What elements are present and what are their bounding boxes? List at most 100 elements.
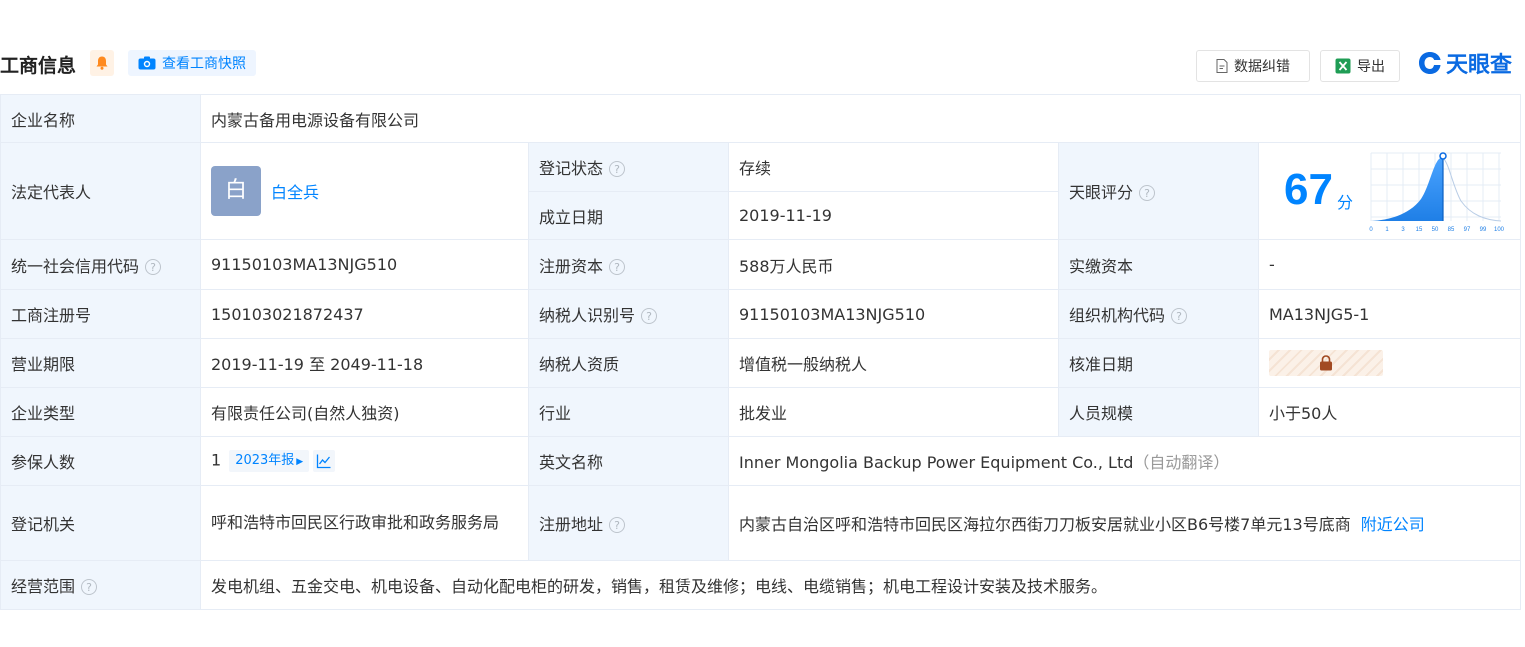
excel-icon bbox=[1335, 58, 1351, 74]
reg-address-cell: 内蒙古自治区呼和浩特市回民区海拉尔西街刀刀板安居就业小区B6号楼7单元13号底商… bbox=[727, 485, 1522, 561]
taxpayer-type-value: 增值税一般纳税人 bbox=[728, 338, 1059, 388]
help-icon[interactable]: ? bbox=[1139, 185, 1156, 201]
company-name-label: 企业名称 bbox=[0, 94, 201, 143]
axis-tick: 3 bbox=[1401, 227, 1405, 233]
est-date-label: 成立日期 bbox=[528, 191, 729, 240]
credit-code-label-cell: 统一社会信用代码? bbox=[0, 239, 201, 290]
reg-authority-label: 登记机关 bbox=[0, 485, 201, 561]
brand-logo-icon bbox=[1419, 52, 1441, 74]
reg-address-label: 注册地址 bbox=[539, 515, 604, 534]
insured-cell: 1 2023年报 ▶ bbox=[200, 436, 529, 486]
reg-status-label: 登记状态 bbox=[539, 159, 604, 178]
approve-date-label: 核准日期 bbox=[1058, 338, 1259, 388]
tianyancha-logo: 天眼查 bbox=[1418, 48, 1512, 78]
table-row: 统一社会信用代码? 91150103MA13NJG510 注册资本? 588万人… bbox=[0, 239, 1522, 290]
score-label: 天眼评分 bbox=[1069, 183, 1134, 202]
biz-scope-value: 发电机组、五金交电、机电设备、自动化配电柜的研发，销售，租赁及维修；电线、电缆销… bbox=[199, 560, 1522, 610]
help-icon[interactable]: ? bbox=[81, 579, 98, 595]
table-row: 登记机关 呼和浩特市回民区行政审批和政务服务局 注册地址? 内蒙古自治区呼和浩特… bbox=[0, 485, 1522, 561]
annual-report-link[interactable]: 2023年报 ▶ bbox=[229, 450, 310, 472]
paid-capital-label: 实缴资本 bbox=[1058, 239, 1259, 290]
org-code-label: 组织机构代码 bbox=[1069, 306, 1166, 325]
legal-rep-label: 法定代表人 bbox=[0, 142, 201, 240]
help-icon[interactable]: ? bbox=[609, 258, 626, 275]
axis-tick: 99 bbox=[1480, 227, 1487, 233]
english-name-value: Inner Mongolia Backup Power Equipment Co… bbox=[739, 453, 1134, 472]
credit-code-label: 统一社会信用代码 bbox=[11, 256, 140, 276]
bell-icon bbox=[96, 56, 108, 70]
help-icon[interactable]: ? bbox=[609, 161, 626, 177]
score-widget[interactable]: 67 分 0 1 3 15 50 85 97 99 100 bbox=[1260, 144, 1520, 239]
english-name-cell: Inner Mongolia Backup Power Equipment Co… bbox=[727, 436, 1522, 486]
reg-status-label-cell: 登记状态? bbox=[528, 142, 729, 192]
trend-chart-button[interactable] bbox=[313, 450, 336, 472]
avatar[interactable]: 白 bbox=[211, 166, 261, 216]
biz-term-value: 2019-11-19 至 2049-11-18 bbox=[200, 338, 529, 388]
english-name-label: 英文名称 bbox=[528, 436, 729, 486]
section-title: 工商信息 bbox=[0, 55, 77, 77]
taxpayer-id-label: 纳税人识别号 bbox=[539, 306, 636, 325]
insured-value: 1 bbox=[211, 450, 222, 470]
axis-tick: 97 bbox=[1464, 227, 1471, 233]
table-row: 企业类型 有限责任公司(自然人独资) 行业 批发业 人员规模 小于50人 bbox=[0, 387, 1522, 437]
reg-status-value: 存续 bbox=[728, 142, 1059, 192]
help-icon[interactable]: ? bbox=[641, 308, 658, 324]
reg-address-value: 内蒙古自治区呼和浩特市回民区海拉尔西街刀刀板安居就业小区B6号楼7单元13号底商 bbox=[739, 515, 1351, 534]
monitor-bell-button[interactable] bbox=[90, 50, 114, 76]
approve-date-locked[interactable] bbox=[1269, 350, 1383, 376]
biz-scope-label: 经营范围 bbox=[11, 577, 76, 596]
lock-icon bbox=[1320, 355, 1332, 371]
axis-tick: 85 bbox=[1448, 227, 1455, 233]
annual-report-label: 2023年报 bbox=[235, 453, 295, 468]
score-label-cell: 天眼评分? bbox=[1058, 142, 1259, 240]
table-row: 法定代表人 白白全兵 登记状态? 存续 天眼评分? 67 分 0 1 3 15 … bbox=[0, 142, 1522, 240]
reg-capital-label: 注册资本 bbox=[539, 256, 604, 276]
est-date-value: 2019-11-19 bbox=[728, 191, 1059, 240]
camera-icon bbox=[138, 56, 156, 70]
biz-term-label: 营业期限 bbox=[0, 338, 201, 388]
credit-code-value: 91150103MA13NJG510 bbox=[200, 239, 529, 290]
table-row: 营业期限 2019-11-19 至 2049-11-18 纳税人资质 增值税一般… bbox=[0, 338, 1522, 388]
reg-capital-label-cell: 注册资本? bbox=[528, 239, 729, 290]
axis-tick: 0 bbox=[1369, 227, 1373, 233]
reg-number-value: 150103021872437 bbox=[200, 289, 529, 339]
caret-right-icon: ▶ bbox=[296, 457, 304, 467]
industry-value: 批发业 bbox=[728, 387, 1059, 437]
view-snapshot-label: 查看工商快照 bbox=[162, 56, 246, 72]
table-row: 参保人数 1 2023年报 ▶ 英文名称 Inner Mongolia Backup… bbox=[0, 436, 1522, 486]
score-cell[interactable]: 67 分 0 1 3 15 50 85 97 99 100 bbox=[1257, 142, 1522, 240]
export-button[interactable]: 导出 bbox=[1320, 50, 1400, 82]
view-snapshot-button[interactable]: 查看工商快照 bbox=[128, 50, 256, 76]
org-code-label-cell: 组织机构代码? bbox=[1058, 289, 1259, 339]
help-icon[interactable]: ? bbox=[1171, 308, 1188, 324]
trend-chart-icon bbox=[317, 454, 331, 469]
axis-tick: 1 bbox=[1385, 227, 1389, 233]
axis-tick: 50 bbox=[1432, 227, 1439, 233]
export-label: 导出 bbox=[1357, 59, 1385, 75]
help-icon[interactable]: ? bbox=[609, 517, 626, 533]
insured-label: 参保人数 bbox=[0, 436, 201, 486]
table-row: 工商注册号 150103021872437 纳税人识别号? 91150103MA… bbox=[0, 289, 1522, 339]
company-name-value: 内蒙古备用电源设备有限公司 bbox=[199, 94, 1522, 143]
paid-capital-value: - bbox=[1257, 239, 1522, 290]
auto-translate-note: （自动翻译） bbox=[1133, 453, 1230, 472]
reg-number-label: 工商注册号 bbox=[0, 289, 201, 339]
company-type-label: 企业类型 bbox=[0, 387, 201, 437]
staff-size-label: 人员规模 bbox=[1058, 387, 1259, 437]
data-correction-label: 数据纠错 bbox=[1234, 59, 1290, 75]
company-type-value: 有限责任公司(自然人独资) bbox=[200, 387, 529, 437]
legal-rep-name-link[interactable]: 白全兵 bbox=[271, 179, 319, 203]
section-header: 工商信息 查看工商快照 数据纠错 导出 天眼查 bbox=[0, 47, 1525, 83]
axis-tick: 100 bbox=[1494, 227, 1505, 233]
help-icon[interactable]: ? bbox=[145, 258, 162, 275]
reg-authority-value: 呼和浩特市回民区行政审批和政务服务局 bbox=[200, 485, 529, 561]
taxpayer-id-label-cell: 纳税人识别号? bbox=[528, 289, 729, 339]
data-correction-button[interactable]: 数据纠错 bbox=[1196, 50, 1310, 82]
biz-scope-label-cell: 经营范围? bbox=[0, 560, 201, 610]
industry-label: 行业 bbox=[528, 387, 729, 437]
org-code-value: MA13NJG5-1 bbox=[1257, 289, 1522, 339]
taxpayer-id-value: 91150103MA13NJG510 bbox=[728, 289, 1059, 339]
reg-capital-value: 588万人民币 bbox=[728, 239, 1059, 290]
score-unit: 分 bbox=[1337, 193, 1354, 212]
nearby-companies-link[interactable]: 附近公司 bbox=[1361, 515, 1425, 534]
